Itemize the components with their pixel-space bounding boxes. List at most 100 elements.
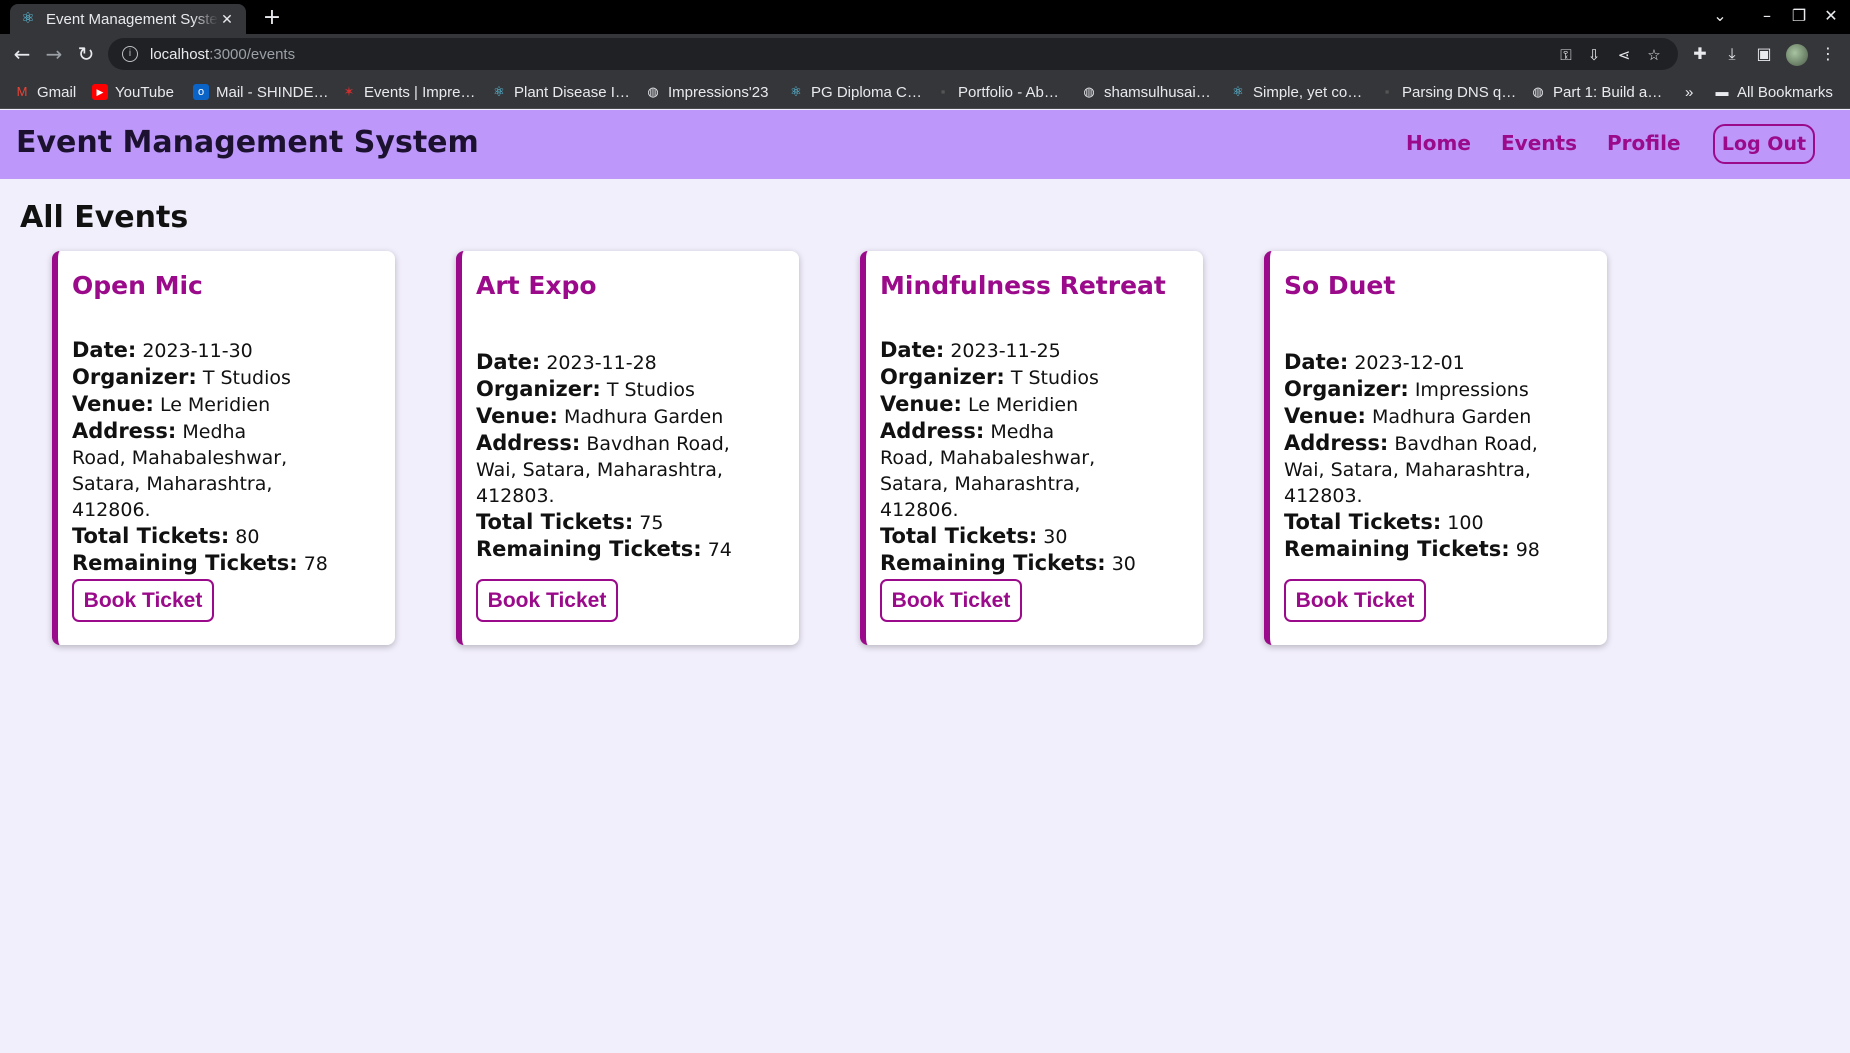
app-title: Event Management System — [16, 125, 479, 160]
event-address: Address: Medha Road, Mahabaleshwar, Sata… — [880, 418, 1105, 523]
bookmark-portfolio[interactable]: ▪ Portfolio - Ab… — [935, 81, 1059, 103]
event-total-tickets: Total Tickets: 100 — [1284, 509, 1594, 536]
profile-avatar[interactable] — [1786, 44, 1808, 66]
key-icon[interactable]: ⚿ — [1554, 44, 1578, 68]
event-address: Address: Bavdhan Road, Wai, Satara, Maha… — [476, 430, 771, 509]
event-address: Address: Bavdhan Road, Wai, Satara, Maha… — [1284, 430, 1579, 509]
total-value: 80 — [235, 526, 260, 548]
event-title: Art Expo — [476, 271, 597, 300]
minimize-icon[interactable]: – — [1755, 6, 1779, 25]
bookmark-label: PG Diploma C… — [811, 83, 922, 101]
date-label: Date: — [476, 350, 541, 374]
event-title: So Duet — [1284, 271, 1396, 300]
event-details: Date: 2023-12-01 Organizer: Impressions … — [1284, 349, 1594, 563]
date-label: Date: — [1284, 350, 1349, 374]
address-label: Address: — [72, 419, 177, 443]
remaining-label: Remaining Tickets: — [72, 551, 298, 575]
event-details: Date: 2023-11-28 Organizer: T Studios Ve… — [476, 349, 786, 563]
downloads-icon[interactable]: ⤓ — [1720, 42, 1744, 66]
nav-home[interactable]: Home — [1406, 131, 1471, 155]
organizer-label: Organizer: — [1284, 377, 1409, 401]
browser-tab-strip: ⚛ Event Management System ✕ + ⌄ – ❐ ✕ — [0, 0, 1850, 34]
bookmarks-overflow-icon[interactable]: » — [1685, 81, 1693, 103]
bookmark-pg-diploma[interactable]: ⚛ PG Diploma C… — [788, 81, 922, 103]
bookmark-simple-yet[interactable]: ⚛ Simple, yet co… — [1230, 81, 1362, 103]
venue-label: Venue: — [880, 392, 962, 416]
url-host: localhost — [150, 45, 210, 63]
bookmark-shamsulhusai[interactable]: ◍ shamsulhusai… — [1081, 81, 1210, 103]
bookmark-gmail[interactable]: M Gmail — [14, 81, 77, 103]
remaining-label: Remaining Tickets: — [1284, 537, 1510, 561]
bookmark-label: YouTube — [115, 83, 174, 101]
total-value: 75 — [639, 512, 664, 534]
bookmark-impressions[interactable]: ◍ Impressions'23 — [645, 81, 768, 103]
all-bookmarks[interactable]: ▬ All Bookmarks — [1714, 81, 1833, 103]
date-value: 2023-12-01 — [1354, 352, 1465, 374]
organizer-value: Impressions — [1414, 379, 1529, 401]
venue-value: Le Meridien — [967, 394, 1079, 416]
close-tab-icon[interactable]: ✕ — [218, 11, 236, 28]
bookmark-label: Events | Impre… — [364, 83, 476, 101]
event-date: Date: 2023-11-30 — [72, 337, 382, 364]
event-venue: Venue: Le Meridien — [880, 391, 1190, 418]
event-venue: Venue: Madhura Garden — [1284, 403, 1594, 430]
tab-search-icon[interactable]: ⌄ — [1708, 6, 1732, 25]
bookmark-label: Impressions'23 — [668, 83, 769, 101]
app-header: Event Management System Home Events Prof… — [0, 110, 1850, 179]
event-date: Date: 2023-11-28 — [476, 349, 786, 376]
venue-value: Le Meridien — [159, 394, 271, 416]
total-label: Total Tickets: — [880, 524, 1038, 548]
browser-tab[interactable]: ⚛ Event Management System ✕ — [10, 4, 246, 34]
event-total-tickets: Total Tickets: 30 — [880, 523, 1190, 550]
venue-label: Venue: — [72, 392, 154, 416]
share-icon[interactable]: ⋖ — [1612, 44, 1636, 68]
remaining-label: Remaining Tickets: — [476, 537, 702, 561]
logout-button[interactable]: Log Out — [1713, 124, 1815, 164]
bookmark-label: Portfolio - Ab… — [958, 83, 1059, 101]
extensions-icon[interactable]: ✚ — [1688, 42, 1712, 66]
nav-events[interactable]: Events — [1501, 131, 1577, 155]
restore-icon[interactable]: ❐ — [1787, 6, 1811, 25]
bookmark-mail[interactable]: o Mail - SHINDE… — [193, 81, 329, 103]
book-ticket-button[interactable]: Book Ticket — [476, 579, 618, 622]
close-window-icon[interactable]: ✕ — [1819, 6, 1843, 25]
organizer-label: Organizer: — [880, 365, 1005, 389]
nav-profile[interactable]: Profile — [1607, 131, 1681, 155]
date-value: 2023-11-30 — [142, 340, 253, 362]
book-ticket-button[interactable]: Book Ticket — [880, 579, 1022, 622]
total-value: 100 — [1447, 512, 1484, 534]
event-title: Open Mic — [72, 271, 203, 300]
bookmark-star-icon[interactable]: ☆ — [1642, 44, 1666, 68]
site-info-icon[interactable]: i — [122, 46, 138, 62]
bookmark-plant-disease[interactable]: ⚛ Plant Disease I… — [491, 81, 630, 103]
event-organizer: Organizer: T Studios — [476, 376, 786, 403]
book-ticket-button[interactable]: Book Ticket — [72, 579, 214, 622]
dns-icon: ▪ — [1384, 84, 1390, 99]
venue-value: Madhura Garden — [1371, 406, 1532, 428]
forward-icon[interactable]: → — [40, 40, 68, 68]
event-card: Art Expo Date: 2023-11-28 Organizer: T S… — [456, 251, 799, 645]
install-app-icon[interactable]: ⇩ — [1582, 44, 1606, 68]
total-label: Total Tickets: — [476, 510, 634, 534]
date-label: Date: — [880, 338, 945, 362]
events-icon: ✶ — [343, 84, 355, 99]
date-label: Date: — [72, 338, 137, 362]
bookmark-events[interactable]: ✶ Events | Impre… — [341, 81, 476, 103]
new-tab-button[interactable]: + — [258, 4, 286, 32]
venue-value: Madhura Garden — [563, 406, 724, 428]
side-panel-icon[interactable]: ▣ — [1752, 42, 1776, 66]
react-icon: ⚛ — [21, 10, 35, 27]
bookmark-parsing-dns[interactable]: ▪ Parsing DNS q… — [1379, 81, 1517, 103]
address-bar[interactable]: i localhost:3000/events ⚿ ⇩ ⋖ ☆ — [108, 38, 1678, 70]
event-details: Date: 2023-11-25 Organizer: T Studios Ve… — [880, 337, 1190, 577]
remaining-value: 30 — [1111, 553, 1136, 575]
book-ticket-button[interactable]: Book Ticket — [1284, 579, 1426, 622]
back-icon[interactable]: ← — [8, 40, 36, 68]
bookmark-part-1[interactable]: ◍ Part 1: Build a… — [1530, 81, 1662, 103]
bookmark-youtube[interactable]: ▶ YouTube — [92, 81, 174, 103]
reload-icon[interactable]: ↻ — [72, 40, 100, 68]
organizer-value: T Studios — [202, 367, 291, 389]
menu-icon[interactable]: ⋮ — [1816, 42, 1840, 66]
event-remaining-tickets: Remaining Tickets: 78 — [72, 550, 382, 577]
event-title: Mindfulness Retreat — [880, 271, 1166, 300]
